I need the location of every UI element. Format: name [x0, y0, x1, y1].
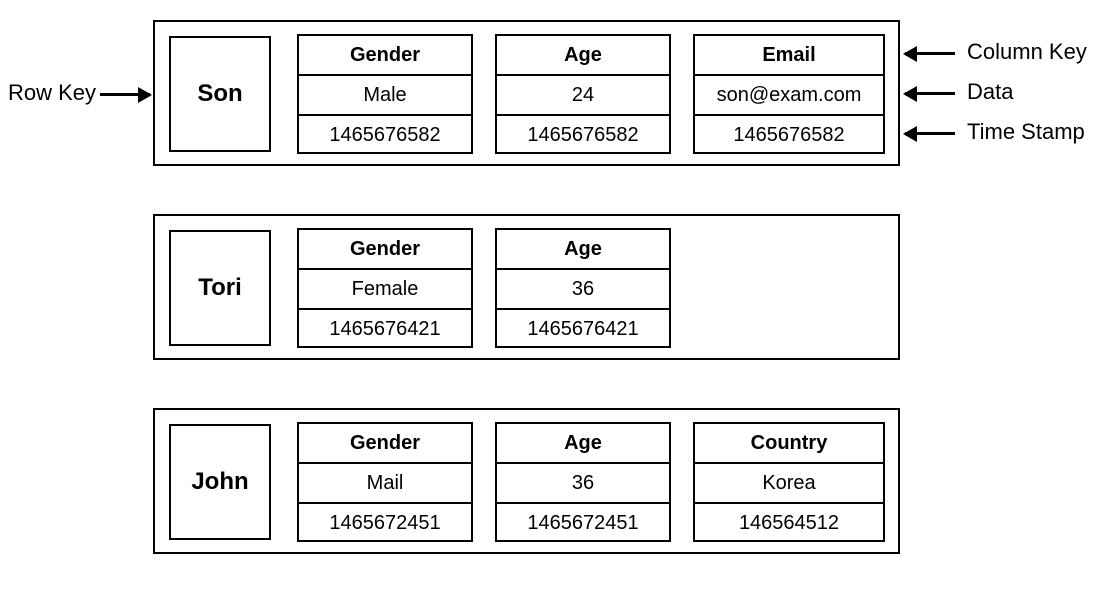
column-key: Age [497, 36, 669, 76]
column-timestamp: 1465676421 [497, 310, 669, 350]
column-box: Email son@exam.com 1465676582 [693, 34, 885, 154]
row-key-box: Tori [169, 230, 271, 346]
data-row: John Gender Mail 1465672451 Age 36 14656… [153, 408, 900, 554]
column-box: Gender Mail 1465672451 [297, 422, 473, 542]
arrow-icon [905, 92, 955, 95]
column-box: Gender Female 1465676421 [297, 228, 473, 348]
column-key: Gender [299, 424, 471, 464]
annotation-row-key: Row Key [8, 80, 96, 106]
column-value: 24 [497, 76, 669, 116]
column-box: Gender Male 1465676582 [297, 34, 473, 154]
column-value: Female [299, 270, 471, 310]
column-key: Gender [299, 230, 471, 270]
column-value: 36 [497, 270, 669, 310]
row-key-box: Son [169, 36, 271, 152]
column-value: Korea [695, 464, 883, 504]
row-key-label: Tori [198, 274, 242, 302]
column-timestamp: 1465676421 [299, 310, 471, 350]
column-box: Country Korea 146564512 [693, 422, 885, 542]
column-value: Male [299, 76, 471, 116]
data-row: Son Gender Male 1465676582 Age 24 146567… [153, 20, 900, 166]
column-box: Age 36 1465676421 [495, 228, 671, 348]
row-key-label: Son [197, 80, 242, 108]
arrow-icon [100, 93, 150, 96]
row-key-box: John [169, 424, 271, 540]
column-key: Country [695, 424, 883, 464]
column-timestamp: 1465672451 [497, 504, 669, 544]
annotation-data: Data [967, 79, 1013, 105]
column-timestamp: 1465672451 [299, 504, 471, 544]
column-timestamp: 1465676582 [299, 116, 471, 156]
column-box: Age 36 1465672451 [495, 422, 671, 542]
column-value: Mail [299, 464, 471, 504]
column-key: Age [497, 230, 669, 270]
column-key: Email [695, 36, 883, 76]
annotation-column-key: Column Key [967, 39, 1087, 65]
row-key-label: John [191, 468, 248, 496]
column-value: son@exam.com [695, 76, 883, 116]
column-box: Age 24 1465676582 [495, 34, 671, 154]
diagram-canvas: Son Gender Male 1465676582 Age 24 146567… [0, 0, 1106, 616]
column-value: 36 [497, 464, 669, 504]
annotation-time-stamp: Time Stamp [967, 119, 1085, 145]
arrow-icon [905, 132, 955, 135]
column-key: Age [497, 424, 669, 464]
column-key: Gender [299, 36, 471, 76]
arrow-icon [905, 52, 955, 55]
column-timestamp: 1465676582 [695, 116, 883, 156]
data-row: Tori Gender Female 1465676421 Age 36 146… [153, 214, 900, 360]
column-timestamp: 1465676582 [497, 116, 669, 156]
column-timestamp: 146564512 [695, 504, 883, 544]
